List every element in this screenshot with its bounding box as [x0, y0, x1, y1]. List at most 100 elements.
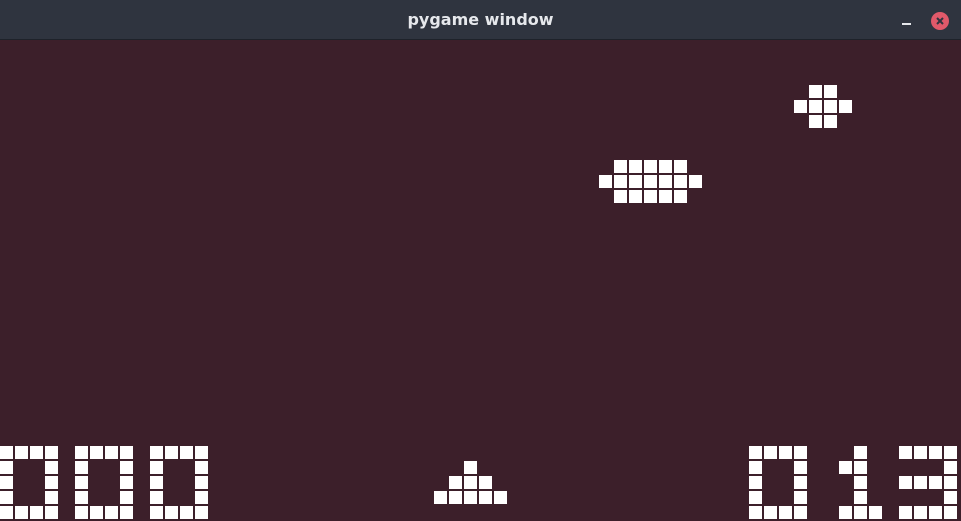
pixel-block [749, 476, 762, 489]
pixel-block [644, 190, 657, 203]
pixel-block [854, 506, 867, 519]
pixel-block [45, 446, 58, 459]
pixel-block [30, 506, 43, 519]
pixel-block [30, 446, 43, 459]
pixel-block [824, 100, 837, 113]
pixel-block [195, 491, 208, 504]
pixel-block [45, 506, 58, 519]
pixel-block [659, 190, 672, 203]
pixel-block [15, 506, 28, 519]
pixel-block [944, 476, 957, 489]
pixel-block [464, 461, 477, 474]
close-icon[interactable] [931, 12, 949, 30]
pixel-block [854, 461, 867, 474]
pixel-block [105, 506, 118, 519]
pixel-block [914, 446, 927, 459]
pixel-block [824, 115, 837, 128]
pixel-block [854, 491, 867, 504]
pixel-block [659, 175, 672, 188]
pixel-block [120, 446, 133, 459]
pixel-block [689, 175, 702, 188]
pixel-block [195, 446, 208, 459]
pixel-block [0, 476, 13, 489]
pixel-block [674, 190, 687, 203]
pixel-block [644, 175, 657, 188]
pixel-block [75, 476, 88, 489]
pixel-block [75, 446, 88, 459]
pixel-block [150, 461, 163, 474]
pixel-block [869, 506, 882, 519]
pixel-block [150, 476, 163, 489]
pixel-block [944, 506, 957, 519]
pixel-block [120, 461, 133, 474]
pixel-block [45, 461, 58, 474]
pixel-block [120, 491, 133, 504]
pixel-block [809, 100, 822, 113]
pixel-block [614, 190, 627, 203]
pixel-block [629, 190, 642, 203]
pixel-block [614, 160, 627, 173]
minimize-icon[interactable] [896, 12, 916, 30]
pixel-block [165, 446, 178, 459]
pixel-block [479, 476, 492, 489]
pixel-block [165, 506, 178, 519]
pixel-block [599, 175, 612, 188]
pixel-block [809, 115, 822, 128]
pixel-block [749, 491, 762, 504]
pixel-block [839, 461, 852, 474]
pixel-block [794, 461, 807, 474]
pixel-block [434, 491, 447, 504]
pixel-block [749, 446, 762, 459]
pixel-block [614, 175, 627, 188]
pixel-block [824, 85, 837, 98]
window-title: pygame window [407, 10, 554, 29]
pixel-block [794, 476, 807, 489]
pixel-block [15, 446, 28, 459]
pixel-block [899, 446, 912, 459]
pixel-block [629, 175, 642, 188]
pixel-block [90, 506, 103, 519]
pixel-block [464, 476, 477, 489]
pixel-block [794, 491, 807, 504]
pixel-block [180, 506, 193, 519]
pixel-block [195, 461, 208, 474]
pixel-block [659, 160, 672, 173]
pixel-block [120, 506, 133, 519]
game-canvas[interactable] [0, 40, 961, 521]
pixel-block [120, 476, 133, 489]
pixel-block [464, 491, 477, 504]
pixel-block [150, 446, 163, 459]
pixel-block [764, 506, 777, 519]
pixel-block [0, 446, 13, 459]
pixel-block [749, 461, 762, 474]
pixel-block [839, 100, 852, 113]
pixel-block [105, 446, 118, 459]
pixel-block [944, 446, 957, 459]
pixel-block [794, 100, 807, 113]
pixel-block [150, 491, 163, 504]
pixel-block [45, 476, 58, 489]
pixel-block [180, 446, 193, 459]
pixel-block [899, 506, 912, 519]
pixel-block [90, 446, 103, 459]
pixel-block [75, 461, 88, 474]
pixel-block [764, 446, 777, 459]
pixel-block [929, 476, 942, 489]
pixel-block [914, 476, 927, 489]
pixel-block [45, 491, 58, 504]
pixel-block [794, 446, 807, 459]
pixel-block [629, 160, 642, 173]
pixel-block [479, 491, 492, 504]
pixel-block [899, 476, 912, 489]
pixel-block [75, 506, 88, 519]
pixel-block [914, 506, 927, 519]
pixel-block [150, 506, 163, 519]
pixel-block [674, 175, 687, 188]
pixel-block [195, 476, 208, 489]
pixel-block [749, 506, 762, 519]
pixel-block [854, 446, 867, 459]
pixel-block [839, 506, 852, 519]
window-titlebar: pygame window [0, 0, 961, 40]
pixel-block [794, 506, 807, 519]
pixel-block [0, 506, 13, 519]
